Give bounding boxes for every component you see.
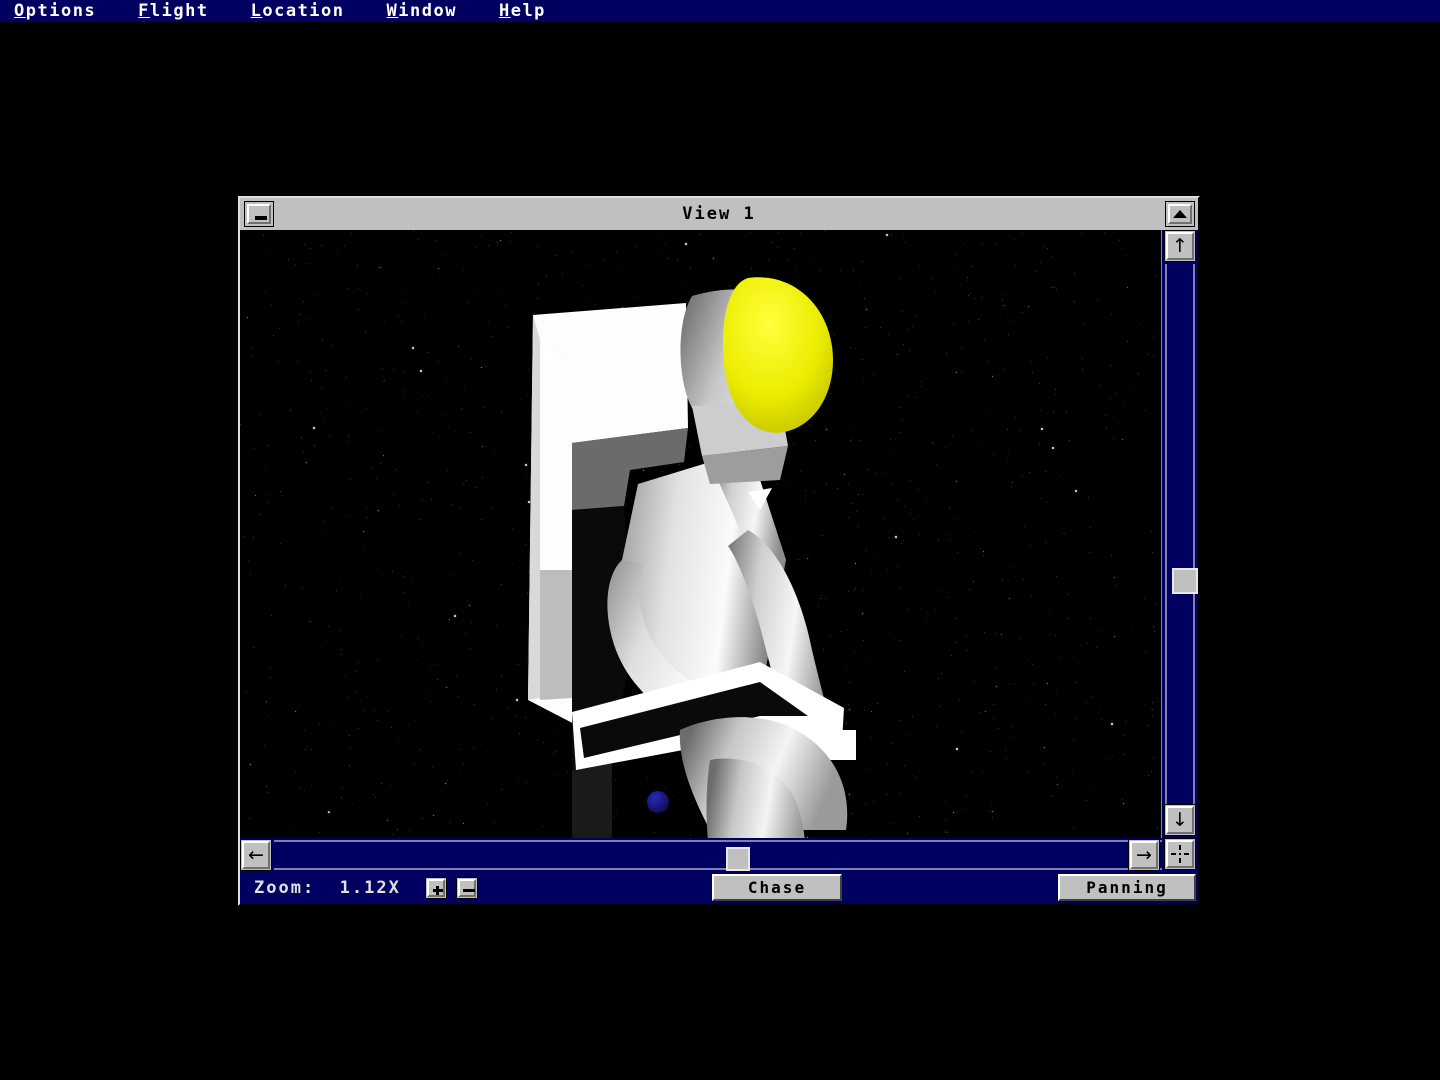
chase-button[interactable]: Chase (712, 874, 842, 901)
title-bar: View 1 (240, 198, 1198, 230)
horizontal-scroll-track[interactable] (274, 840, 1162, 871)
view-window: View 1 ↑ ↓ ← → Zoom: 1.12X Chase Panning (238, 196, 1200, 906)
zoom-out-button[interactable] (456, 877, 478, 899)
triangle-up-glyph (1173, 210, 1187, 218)
minimize-icon[interactable] (244, 201, 274, 227)
horizontal-scroll-thumb[interactable] (726, 847, 750, 871)
menu-label-window: indow (398, 1, 457, 21)
menu-accel-location: L (250, 1, 263, 21)
pan-center-glyph (1171, 845, 1189, 863)
menu-label-help: elp (510, 1, 546, 21)
vertical-scroll-track[interactable] (1165, 264, 1198, 804)
status-bar: Zoom: 1.12X Chase Panning (240, 872, 1198, 904)
mmu-panel-edge (528, 315, 540, 700)
menu-label-options: ptions (25, 1, 97, 21)
mmu-hand-controller (822, 730, 856, 760)
minus-glyph (463, 889, 475, 892)
zoom-in-button[interactable] (425, 877, 447, 899)
scroll-up-glyph: ↑ (1166, 232, 1194, 260)
menu-accel-window: W (386, 1, 399, 21)
scroll-down-icon[interactable]: ↓ (1164, 804, 1196, 836)
scroll-right-icon[interactable]: → (1128, 839, 1160, 871)
menu-item-help[interactable]: Help (499, 1, 546, 21)
maximize-icon[interactable] (1165, 201, 1195, 227)
scroll-left-glyph: ← (242, 841, 270, 869)
scroll-left-icon[interactable]: ← (240, 839, 272, 871)
pan-center-icon[interactable] (1164, 838, 1196, 870)
menu-accel-flight: F (138, 1, 150, 21)
scroll-right-glyph: → (1130, 841, 1158, 869)
menu-item-flight[interactable]: Flight (138, 1, 208, 21)
window-title: View 1 (682, 204, 756, 224)
zoom-out-face (458, 879, 476, 897)
zoom-level-label: Zoom: 1.12X (254, 878, 401, 898)
menu-accel-help: H (498, 1, 511, 21)
menu-item-window[interactable]: Window (387, 1, 457, 21)
menu-item-options[interactable]: Options (14, 1, 96, 21)
astronaut-render (528, 277, 856, 838)
maximize-button-face (1168, 204, 1192, 224)
vertical-scroll-thumb[interactable] (1172, 568, 1198, 594)
menu-item-location[interactable]: Location (251, 1, 345, 21)
menu-label-location: ocation (262, 1, 345, 21)
scroll-up-icon[interactable]: ↑ (1164, 230, 1196, 262)
app-screen: Options Flight Location Window Help View… (0, 0, 1440, 1080)
menu-accel-options: O (14, 1, 26, 21)
horizontal-scrollbar[interactable]: ← → (240, 838, 1162, 872)
pan-center-face (1166, 840, 1194, 868)
panning-button[interactable]: Panning (1058, 874, 1196, 901)
distant-planet (647, 791, 669, 813)
plus-glyph-v (436, 886, 439, 895)
mmu-panel-side (540, 570, 572, 700)
minimize-button-face (247, 204, 271, 224)
menu-label-flight: light (149, 1, 209, 21)
astronaut-visor (723, 277, 833, 433)
scroll-down-glyph: ↓ (1166, 806, 1194, 834)
zoom-in-face (427, 879, 445, 897)
viewport-3d-scene[interactable] (240, 230, 1162, 838)
menu-bar: Options Flight Location Window Help (0, 0, 1440, 22)
vertical-scrollbar[interactable]: ↑ ↓ (1161, 230, 1198, 838)
minimize-glyph (255, 216, 267, 220)
